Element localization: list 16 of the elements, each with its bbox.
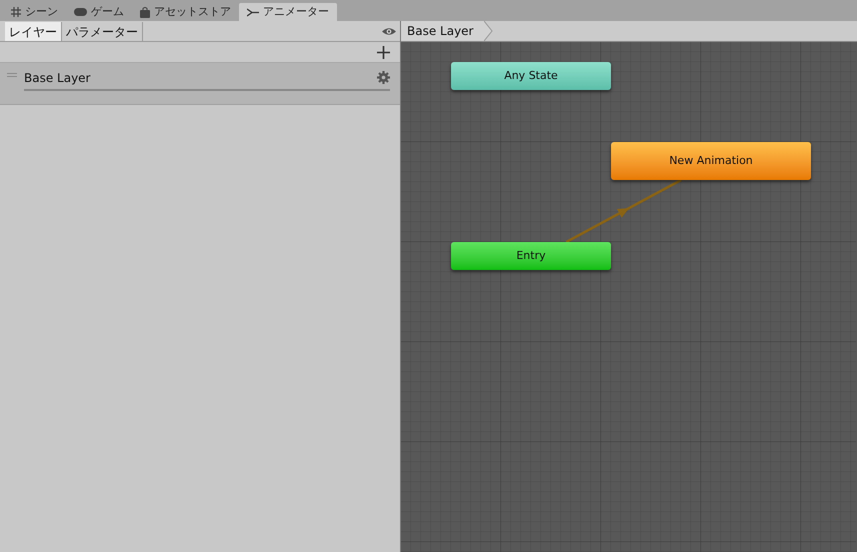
eye-icon[interactable] (382, 27, 396, 36)
layer-row[interactable]: Base Layer (0, 63, 400, 105)
state-node[interactable]: New Animation (611, 142, 811, 180)
bag-icon (140, 6, 150, 18)
window-tab[interactable]: アニメーター (239, 3, 337, 21)
drag-handle-icon[interactable] (7, 73, 17, 77)
state-node[interactable]: Entry (451, 242, 611, 270)
layer-name: Base Layer (24, 70, 90, 87)
grid-icon (11, 7, 21, 17)
panel-tab[interactable]: レイヤー (5, 22, 62, 41)
gear-icon[interactable] (377, 71, 390, 84)
state-node[interactable]: Any State (451, 62, 611, 90)
branch-icon (247, 8, 259, 16)
transition-arrow[interactable] (566, 178, 682, 244)
gamepad-icon (74, 8, 87, 16)
add-icon[interactable] (377, 46, 390, 58)
